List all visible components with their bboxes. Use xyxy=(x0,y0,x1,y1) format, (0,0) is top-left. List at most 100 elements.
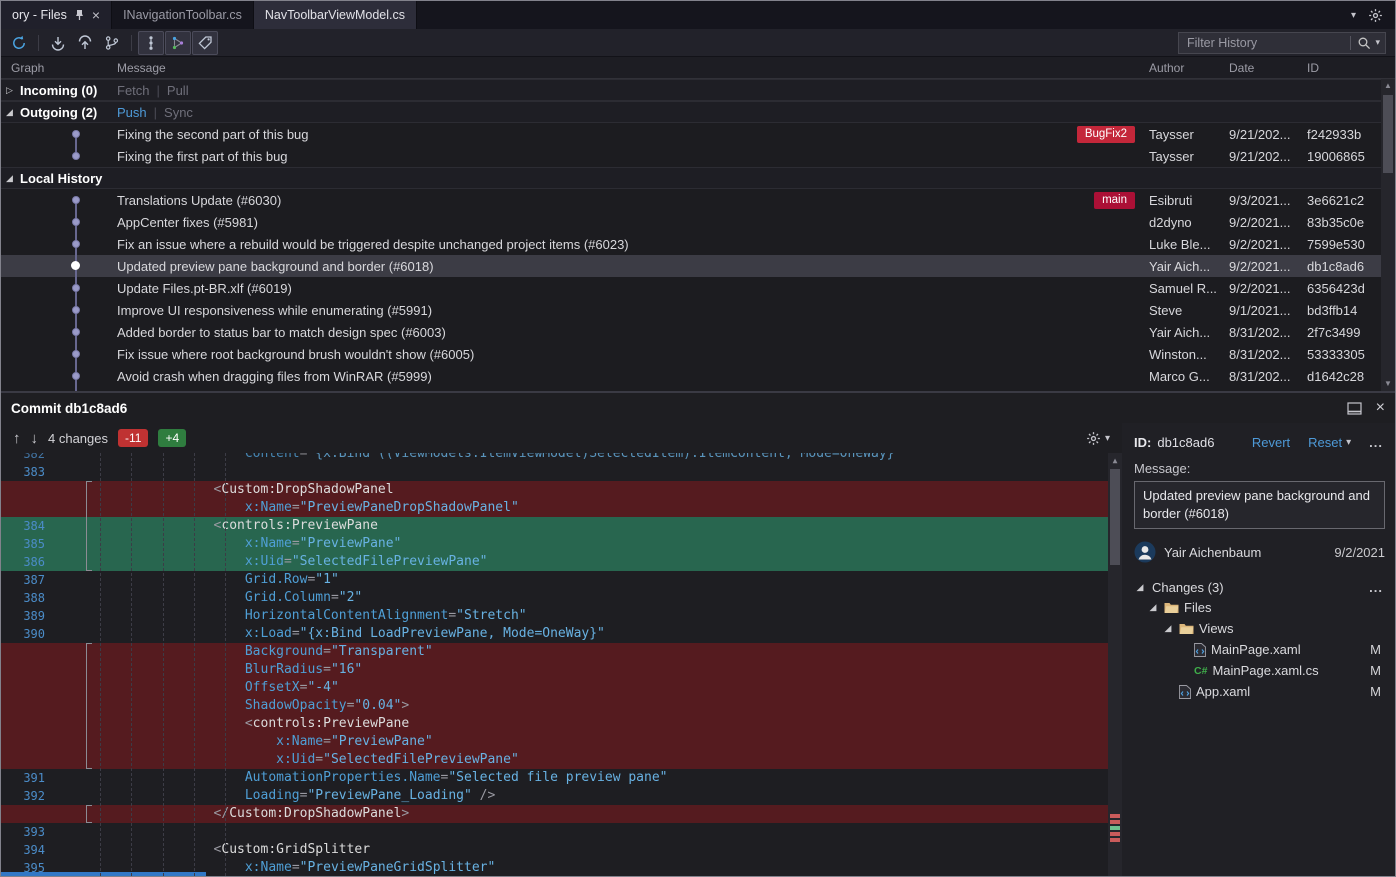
diff-line: ShadowOpacity="0.04"> xyxy=(1,697,1108,715)
diff-scrollbar[interactable]: ▲ xyxy=(1108,453,1122,876)
commit-id: 19006865 xyxy=(1307,149,1383,164)
history-section-incoming-0[interactable]: ▷Incoming (0)Fetch|Pull xyxy=(1,79,1395,101)
next-change-button[interactable]: ↓ xyxy=(31,430,39,447)
commit-author: Taysser xyxy=(1149,127,1229,142)
diff-settings-gear-icon[interactable] xyxy=(1086,431,1101,446)
close-pane-icon[interactable]: × xyxy=(1376,400,1385,416)
graph-cell xyxy=(1,211,117,233)
commit-date: 9/2/2021... xyxy=(1229,281,1307,296)
push-action[interactable]: Push xyxy=(117,105,147,120)
commit-row-83b35c0e[interactable]: AppCenter fixes (#5981)d2dyno9/2/2021...… xyxy=(1,211,1395,233)
scroll-up-arrow-icon[interactable]: ▲ xyxy=(1384,79,1392,93)
xaml-file-icon xyxy=(1194,643,1206,657)
commit-row-53333305[interactable]: Fix issue where root background brush wo… xyxy=(1,343,1395,365)
sync-action[interactable]: Sync xyxy=(164,105,193,120)
history-section-outgoing-2[interactable]: ◢Outgoing (2)Push|Sync xyxy=(1,101,1395,123)
horizontal-scrollbar-thumb[interactable] xyxy=(1,872,206,876)
window-controls: ▾ xyxy=(1339,1,1395,29)
history-section-local-history[interactable]: ◢Local History xyxy=(1,167,1395,189)
toolbar-separator xyxy=(38,35,39,51)
history-rows: ▷Incoming (0)Fetch|Pull◢Outgoing (2)Push… xyxy=(1,79,1395,387)
scroll-down-arrow-icon[interactable]: ▼ xyxy=(1384,377,1392,391)
diff-map-mark xyxy=(1110,826,1120,830)
push-button[interactable] xyxy=(72,31,98,55)
close-icon[interactable]: × xyxy=(92,8,100,22)
commit-row-f242933b[interactable]: Fixing the second part of this bugBugFix… xyxy=(1,123,1395,145)
refresh-button[interactable] xyxy=(6,31,32,55)
commit-message: Avoid crash when dragging files from Win… xyxy=(117,369,432,384)
commit-row-db1c8ad6[interactable]: Updated preview pane background and bord… xyxy=(1,255,1395,277)
diff-line: <Custom:DropShadowPanel xyxy=(1,481,1108,499)
graph-colors-button[interactable] xyxy=(165,31,191,55)
filter-history-box[interactable]: ▾ xyxy=(1178,32,1386,54)
commit-pane-header: Commit db1c8ad6 × xyxy=(1,393,1395,423)
commit-author: Yair Aich... xyxy=(1149,259,1229,274)
commit-row-d1642c28[interactable]: Avoid crash when dragging files from Win… xyxy=(1,365,1395,387)
changes-more-button[interactable]: ... xyxy=(1369,580,1383,595)
tree-item-files[interactable]: ◢Files xyxy=(1134,597,1385,618)
revert-link[interactable]: Revert xyxy=(1252,435,1290,450)
history-toolbar: ▾ xyxy=(1,29,1395,57)
changes-label: Changes (3) xyxy=(1152,580,1224,595)
diff-line: </Custom:DropShadowPanel> xyxy=(1,805,1108,823)
commit-row-2f7c3499[interactable]: Added border to status bar to match desi… xyxy=(1,321,1395,343)
commit-row-bd3ffb14[interactable]: Improve UI responsiveness while enumerat… xyxy=(1,299,1395,321)
commit-author: Samuel R... xyxy=(1149,281,1229,296)
filter-history-input[interactable] xyxy=(1179,36,1350,50)
diff-editor[interactable]: 382 Content="{x:Bind ((ViewModels.ItemVi… xyxy=(1,453,1122,876)
chevron-down-icon: ▾ xyxy=(1346,437,1351,448)
scrollbar-thumb[interactable] xyxy=(1383,95,1393,173)
expander-icon[interactable]: ▷ xyxy=(6,85,20,96)
tab-history-files[interactable]: ory - Files × xyxy=(1,1,112,29)
expander-icon[interactable]: ◢ xyxy=(6,107,20,118)
graph-view-button[interactable] xyxy=(138,31,164,55)
previous-change-button[interactable]: ↑ xyxy=(13,430,21,447)
reset-link[interactable]: Reset▾ xyxy=(1308,435,1351,450)
commit-date: 8/31/202... xyxy=(1229,347,1307,362)
fetch-action[interactable]: Fetch xyxy=(117,83,150,98)
tree-item-mainpage-xaml-cs[interactable]: C#MainPage.xaml.csM xyxy=(1134,660,1385,681)
history-scrollbar[interactable]: ▲ ▼ xyxy=(1381,79,1395,391)
search-icon[interactable] xyxy=(1357,36,1371,50)
expander-icon[interactable]: ◢ xyxy=(1162,623,1174,634)
pull-action[interactable]: Pull xyxy=(167,83,189,98)
fetch-button[interactable] xyxy=(45,31,71,55)
chevron-down-icon[interactable]: ▾ xyxy=(1351,10,1356,21)
commit-message: Improve UI responsiveness while enumerat… xyxy=(117,303,432,318)
line-number xyxy=(1,733,57,751)
action-divider: | xyxy=(157,83,160,98)
commit-row-19006865[interactable]: Fixing the first part of this bugTaysser… xyxy=(1,145,1395,167)
scroll-up-arrow-icon[interactable]: ▲ xyxy=(1108,454,1122,468)
pin-icon[interactable] xyxy=(74,9,85,21)
commit-message-box[interactable]: Updated preview pane background and bord… xyxy=(1134,481,1385,529)
chevron-down-icon[interactable]: ▾ xyxy=(1105,433,1110,444)
tree-item-mainpage-xaml[interactable]: MainPage.xamlM xyxy=(1134,639,1385,660)
commit-row-6356423d[interactable]: Update Files.pt-BR.xlf (#6019)Samuel R..… xyxy=(1,277,1395,299)
tab-navtoolbarviewmodel[interactable]: NavToolbarViewModel.cs xyxy=(254,1,417,29)
dock-pane-icon[interactable] xyxy=(1347,402,1362,415)
line-number xyxy=(1,481,57,499)
commit-dot xyxy=(72,196,80,204)
commit-id: d1642c28 xyxy=(1307,369,1383,384)
commit-row-7599e530[interactable]: Fix an issue where a rebuild would be tr… xyxy=(1,233,1395,255)
branch-button[interactable] xyxy=(99,31,125,55)
commit-date: 9/2/2021... xyxy=(1229,259,1307,274)
commit-dot xyxy=(71,261,80,270)
scrollbar-thumb[interactable] xyxy=(1110,469,1120,565)
more-actions-button[interactable]: ... xyxy=(1369,435,1383,450)
expander-icon[interactable]: ◢ xyxy=(1147,602,1159,613)
commit-message: Added border to status bar to match desi… xyxy=(117,325,446,340)
tab-inavigationtoolbar[interactable]: INavigationToolbar.cs xyxy=(112,1,254,29)
tags-button[interactable] xyxy=(192,31,218,55)
tree-item-app-xaml[interactable]: App.xamlM xyxy=(1134,681,1385,702)
commit-author: d2dyno xyxy=(1149,215,1229,230)
line-number: 382 xyxy=(1,453,57,463)
expander-icon[interactable]: ◢ xyxy=(1134,582,1146,593)
expander-icon[interactable]: ◢ xyxy=(6,173,20,184)
diff-line: 394 <Custom:GridSplitter xyxy=(1,841,1108,859)
commit-row-3e6621c2[interactable]: Translations Update (#6030)mainEsibruti9… xyxy=(1,189,1395,211)
tree-item-views[interactable]: ◢Views xyxy=(1134,618,1385,639)
gear-icon[interactable] xyxy=(1368,8,1383,23)
chevron-down-icon[interactable]: ▾ xyxy=(1375,37,1380,48)
graph-cell xyxy=(1,277,117,299)
